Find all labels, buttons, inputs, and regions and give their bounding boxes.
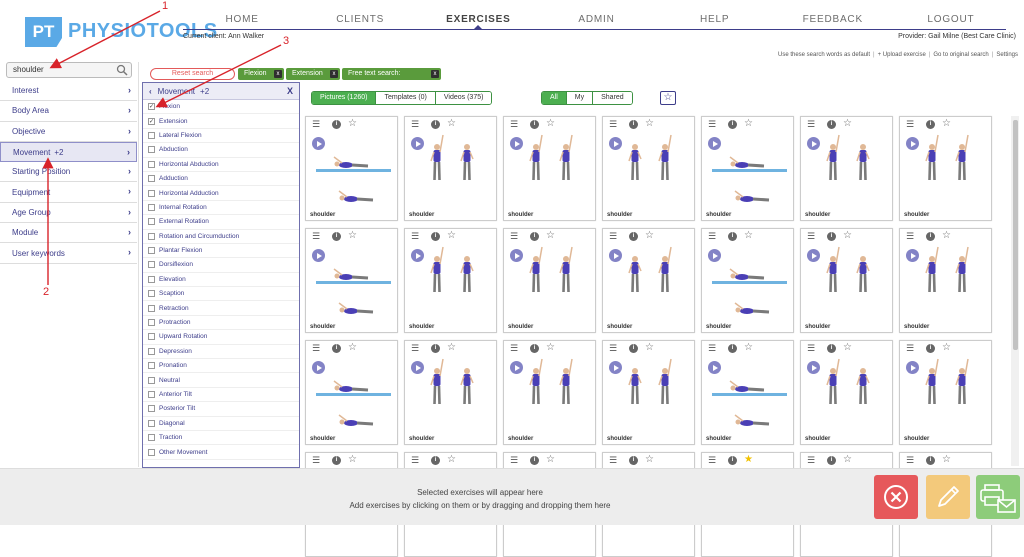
annotation-arrow-3 <box>155 44 282 108</box>
annotation-overlay <box>42 10 282 285</box>
annotation-number-3: 3 <box>283 35 290 47</box>
annotation-number-1: 1 <box>162 0 169 12</box>
annotation-number-2: 2 <box>43 286 50 298</box>
annotation-arrow-1 <box>49 10 161 69</box>
